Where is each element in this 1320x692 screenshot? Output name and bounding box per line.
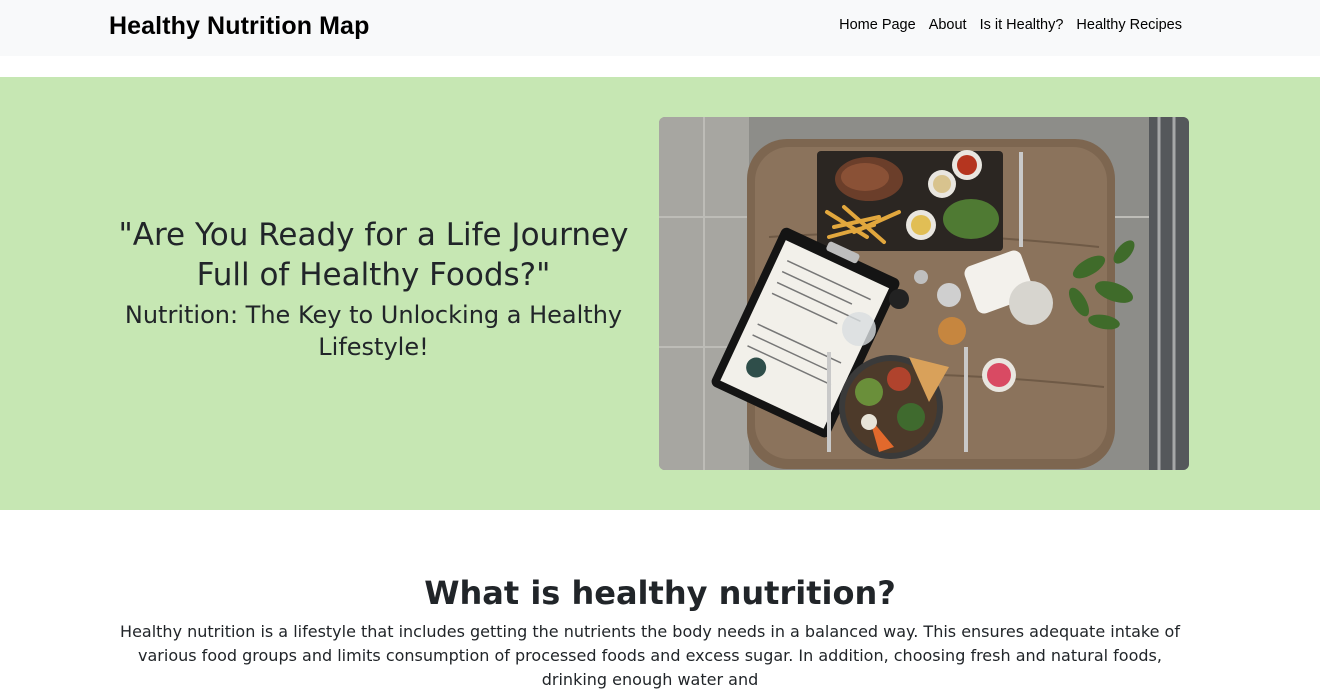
nav-link-home[interactable]: Home Page [839, 17, 916, 33]
hero-subtitle: Nutrition: The Key to Unlocking a Health… [124, 301, 623, 361]
hero-quote: "Are You Ready for a Life Journey Full o… [118, 217, 629, 293]
hero-image [659, 117, 1189, 470]
brand-logo[interactable]: Healthy Nutrition Map [109, 12, 369, 41]
nav-link-about[interactable]: About [929, 17, 967, 33]
navbar: Healthy Nutrition Map Home Page About Is… [0, 0, 1320, 56]
nav-link-is-it-healthy[interactable]: Is it Healthy? [980, 17, 1064, 33]
food-table-photo-icon [659, 117, 1189, 470]
section-body: Healthy nutrition is a lifestyle that in… [120, 622, 1180, 689]
nav-link-healthy-recipes[interactable]: Healthy Recipes [1076, 17, 1182, 33]
hero-section: "Are You Ready for a Life Journey Full o… [0, 77, 1320, 510]
section-title: What is healthy nutrition? [424, 574, 896, 612]
hero-text: "Are You Ready for a Life Journey Full o… [110, 215, 637, 363]
nav-links: Home Page About Is it Healthy? Healthy R… [839, 17, 1182, 33]
